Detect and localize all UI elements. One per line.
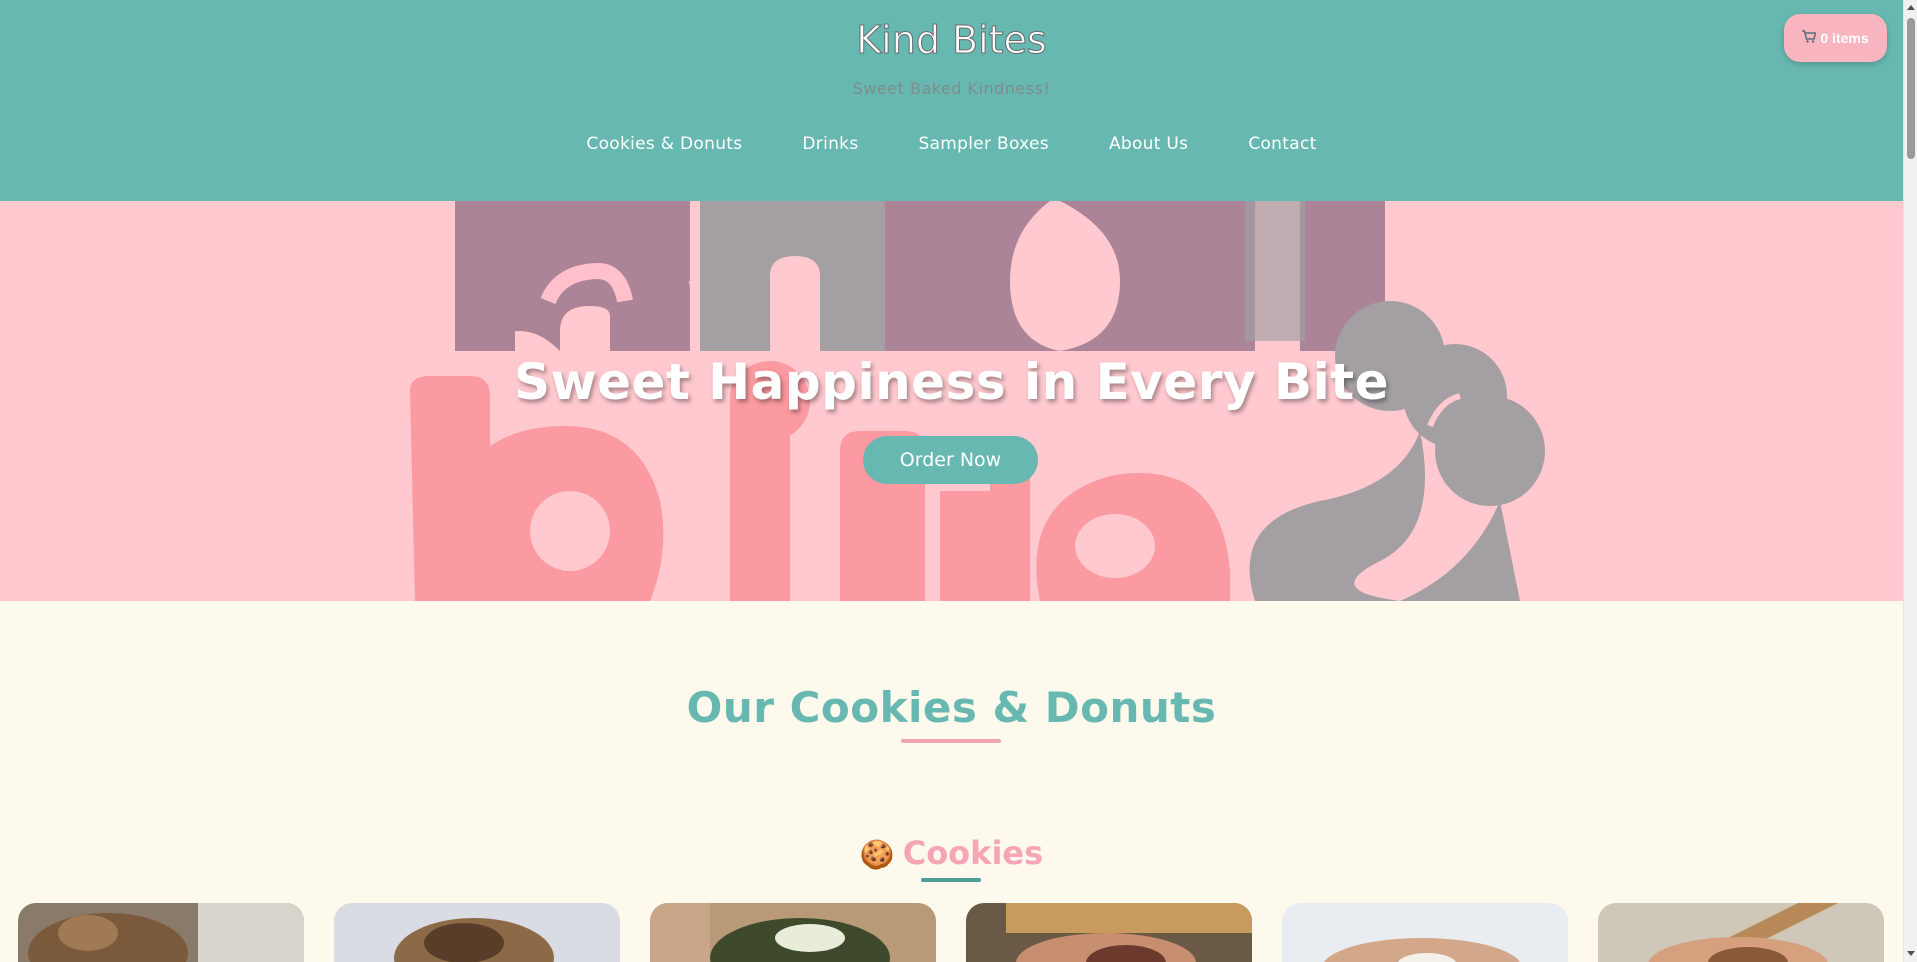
section-title-underline: [901, 739, 1001, 743]
cart-button[interactable]: 0 items: [1784, 14, 1887, 62]
product-card[interactable]: [334, 903, 620, 962]
product-image: [334, 903, 620, 962]
order-now-button[interactable]: Order Now: [863, 436, 1038, 484]
scroll-up-icon[interactable]: [1907, 5, 1915, 10]
nav-link-sampler-boxes[interactable]: Sampler Boxes: [889, 134, 1079, 154]
product-card[interactable]: [1282, 903, 1568, 962]
nav-link-cookies-donuts[interactable]: Cookies & Donuts: [556, 134, 772, 154]
site-header: Kind Bites Sweet Baked Kindness! Cookies…: [0, 0, 1903, 201]
cookie-icon: 🍪: [859, 838, 895, 871]
category-label: Cookies: [902, 834, 1044, 872]
site-title[interactable]: Kind Bites: [0, 18, 1903, 63]
product-image: [650, 903, 936, 962]
shopping-cart-icon: [1802, 30, 1817, 46]
product-card[interactable]: [650, 903, 936, 962]
product-card[interactable]: [18, 903, 304, 962]
cart-count: 0 items: [1820, 30, 1869, 46]
product-image: [966, 903, 1252, 962]
scroll-down-icon[interactable]: [1907, 951, 1915, 956]
hero-heading: Sweet Happiness in Every Bite: [513, 353, 1390, 411]
product-card[interactable]: [1598, 903, 1884, 962]
product-image: [18, 903, 304, 962]
product-image: [1598, 903, 1884, 962]
hero-banner: Sweet Happiness in Every Bite Order Now: [0, 201, 1903, 601]
page-scrollbar[interactable]: [1903, 0, 1917, 962]
product-card[interactable]: [966, 903, 1252, 962]
category-underline: [921, 878, 981, 882]
section-title: Our Cookies & Donuts: [686, 683, 1217, 732]
scroll-thumb[interactable]: [1907, 18, 1915, 159]
product-card-row: [18, 903, 1884, 962]
nav-link-contact[interactable]: Contact: [1218, 134, 1346, 154]
site-tagline: Sweet Baked Kindness!: [852, 79, 1051, 98]
nav-link-drinks[interactable]: Drinks: [772, 134, 888, 154]
category-title-cookies: 🍪 Cookies: [0, 834, 1903, 872]
main-nav: Cookies & Donuts Drinks Sampler Boxes Ab…: [0, 134, 1903, 154]
nav-link-about-us[interactable]: About Us: [1079, 134, 1218, 154]
product-image: [1282, 903, 1568, 962]
